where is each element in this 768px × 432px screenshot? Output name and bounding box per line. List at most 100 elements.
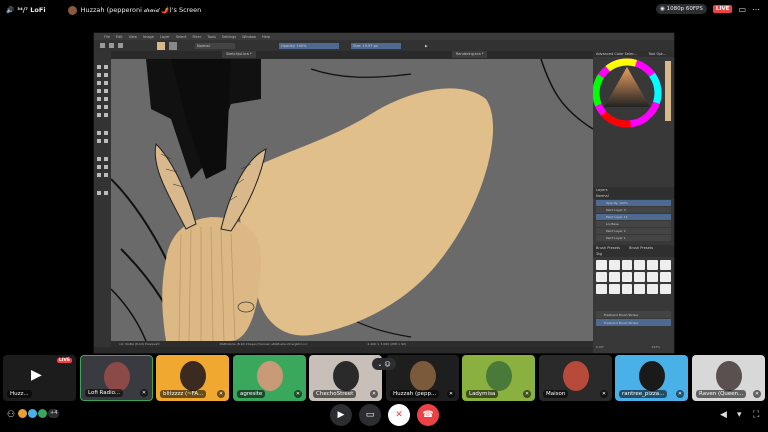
brush-preset[interactable] [596,272,607,282]
menu-window[interactable]: Window [242,35,256,39]
screen-share-button[interactable]: ▭ [359,404,381,426]
participant-tile[interactable]: Ladymisa ✕ [462,355,535,401]
collapse-strip-button[interactable]: ⌄ ☺ [372,358,396,370]
pop-out-icon[interactable]: ▾ [737,410,742,420]
layer-row[interactable]: Lrs Base [596,221,671,227]
participant-name: blitzzzz (~FA... [160,390,207,398]
layers-opacity[interactable]: Opacity: 100% [596,200,671,206]
layer-row[interactable]: Paint Layer 11 [596,214,671,220]
menu-filter[interactable]: Filter [193,35,202,39]
menu-edit[interactable]: Edit [116,35,123,39]
brush-preset[interactable] [621,272,633,282]
channel-name: ³⁴/⁷ LoFi [17,6,46,14]
brush-preset[interactable] [608,284,620,294]
participant-name: agresite [237,390,266,398]
brush-preset[interactable] [647,284,659,294]
brush-preset[interactable] [660,284,671,294]
opacity-slider[interactable]: Opacity: 100% [279,42,339,49]
participant-name: ChechoStreet [313,390,357,398]
menu-select[interactable]: Select [176,35,187,39]
menu-layer[interactable]: Layer [160,35,170,39]
participant-tile[interactable]: agresite ✕ [233,355,306,401]
preset-history-item[interactable]: Freehand Brush Stroke [596,319,671,326]
brush-preset[interactable] [660,260,671,270]
chat-icon[interactable]: ▭ [738,5,746,14]
size-slider[interactable]: Size: 19.97 px [351,42,401,49]
top-right-controls: ◉ 1080p 60FPS LIVE ▭ ⋯ [656,4,760,14]
layer-row[interactable]: Paint Layer 1 [596,235,671,241]
menu-settings[interactable]: Settings [222,35,236,39]
mirror-icon[interactable]: ▶ [425,44,428,48]
krita-statusbar: xxl: RGBA (8-bit) Pixelpaint RGB/Alpha (… [111,341,593,347]
color-wheel[interactable] [592,57,674,137]
volume-icon[interactable]: ◀ [720,410,727,420]
krita-canvas[interactable] [111,59,593,341]
participant-tile[interactable]: Maison ✕ [539,355,612,401]
mute-button[interactable]: ✕ [388,404,410,426]
brush-preset[interactable] [596,284,607,294]
muted-mic-icon: ✕ [140,389,148,397]
call-controls: ⚇ +4 ▶ ▭ ✕ ☎ ◀ ▾ ⛶ [0,402,768,432]
participant-tile[interactable]: Raven (Queen... ✕ [692,355,765,401]
quality-badge[interactable]: ◉ 1080p 60FPS [656,4,707,14]
participant-tile[interactable]: blitzzzz (~FA... ✕ [156,355,229,401]
avatar [38,409,47,418]
participant-tile[interactable]: ChechoStreet ✕ [309,355,382,401]
participant-avatars[interactable]: +4 [18,409,60,418]
brush-preset[interactable] [596,260,607,270]
discord-stream-window: 🔊 ³⁴/⁷ LoFi Huzzah (pepperoni 𝒹𝓇𝓊𝒾𝒹 🌶️)'… [0,0,768,432]
participant-name: Huzzah (pepp... [390,390,440,398]
participant-tile[interactable]: Huzzah (pepp... ✕ [386,355,459,401]
layer-row[interactable]: Paint Layer 3 [596,207,671,213]
brush-preset[interactable] [647,260,659,270]
participant-name: rantree_pizza... [619,390,668,398]
fg-color-swatch[interactable] [157,41,165,50]
new-doc-icon[interactable] [100,43,105,48]
muted-mic-icon: ✕ [217,390,225,398]
doc-tab-render[interactable]: Rendering.kra * [452,51,488,58]
preset-history-item[interactable]: Freehand Brush Stroke [596,311,671,318]
brush-preset[interactable] [634,284,646,294]
muted-mic-icon: ✕ [600,390,608,398]
stream-video[interactable]: File Edit View Image Layer Select Filter… [93,32,675,354]
avatar [485,361,512,391]
menu-image[interactable]: Image [143,35,154,39]
brush-preset[interactable] [647,272,659,282]
layer-row[interactable]: Paint Layer 2 [596,228,671,234]
add-user-icon[interactable]: ⚇ [7,410,15,420]
muted-mic-icon: ✕ [294,390,302,398]
participant-name: Ladymisa [466,390,499,398]
avatar [638,361,665,391]
layers-mode[interactable]: Normal [593,193,674,199]
camera-button[interactable]: ▶ [330,404,352,426]
brush-mode-dropdown[interactable]: Normal [195,42,235,49]
status-left: xxl: RGBA (8-bit) Pixelpaint [119,342,160,346]
participant-tile[interactable]: rantree_pizza... ✕ [615,355,688,401]
brush-preset[interactable] [608,260,620,270]
fullscreen-icon[interactable]: ⛶ [753,410,759,420]
avatar [332,361,359,391]
brush-preset[interactable] [634,272,646,282]
brush-preset[interactable] [621,284,633,294]
avatar [18,409,27,418]
pattern-swatch[interactable] [169,41,177,50]
menu-file[interactable]: File [104,35,110,39]
more-icon[interactable]: ⋯ [752,5,760,14]
brush-preset[interactable] [621,260,633,270]
disconnect-button[interactable]: ☎ [417,404,439,426]
menu-tools[interactable]: Tools [207,35,216,39]
tool-icons[interactable] [94,51,111,201]
chevron-down-icon: ⌄ ☺ [377,360,391,368]
krita-menubar: File Edit View Image Layer Select Filter… [94,33,674,40]
brush-preset[interactable] [660,272,671,282]
participant-tile[interactable]: ▶ LIVE Huzz... [3,355,76,401]
open-icon[interactable] [109,43,114,48]
save-icon[interactable] [118,43,123,48]
menu-help[interactable]: Help [262,35,270,39]
participant-tile[interactable]: Lofi Radio... ✕ [80,355,153,401]
brush-preset[interactable] [608,272,620,282]
doc-tab-sketch[interactable]: SketchJul.kra * [222,51,256,58]
menu-view[interactable]: View [129,35,137,39]
channel-indicator[interactable]: 🔊 ³⁴/⁷ LoFi [6,6,46,14]
brush-preset[interactable] [634,260,646,270]
